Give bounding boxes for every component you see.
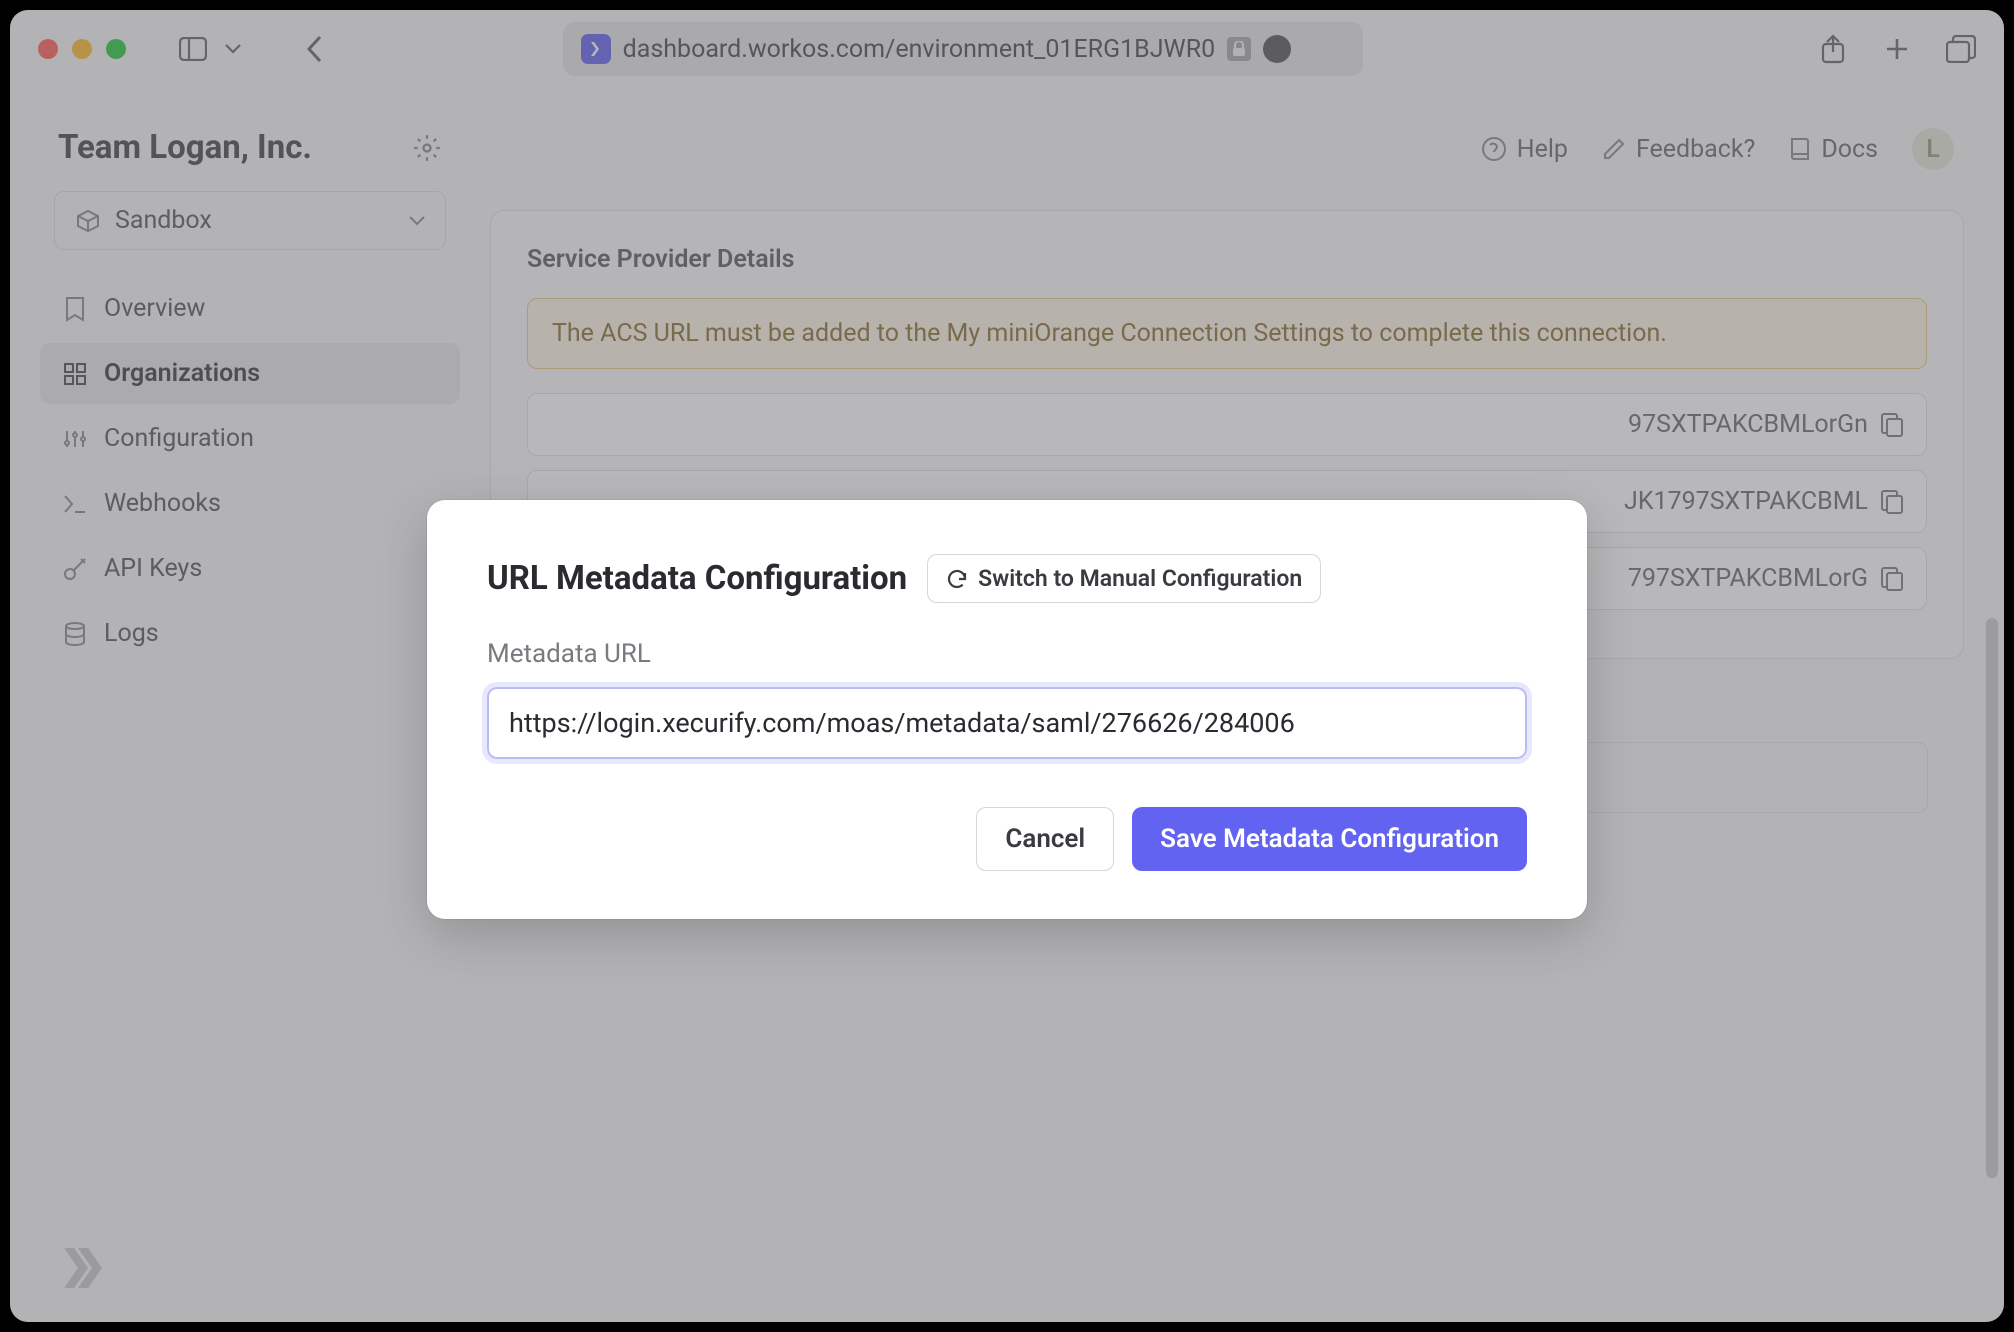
switch-manual-button[interactable]: Switch to Manual Configuration — [927, 554, 1321, 603]
modal-title: URL Metadata Configuration — [487, 559, 907, 598]
save-button[interactable]: Save Metadata Configuration — [1132, 807, 1527, 871]
cancel-button[interactable]: Cancel — [976, 807, 1114, 871]
metadata-url-label: Metadata URL — [487, 639, 1527, 669]
refresh-icon — [946, 568, 968, 590]
metadata-url-input[interactable] — [487, 687, 1527, 759]
metadata-config-modal: URL Metadata Configuration Switch to Man… — [427, 500, 1587, 919]
